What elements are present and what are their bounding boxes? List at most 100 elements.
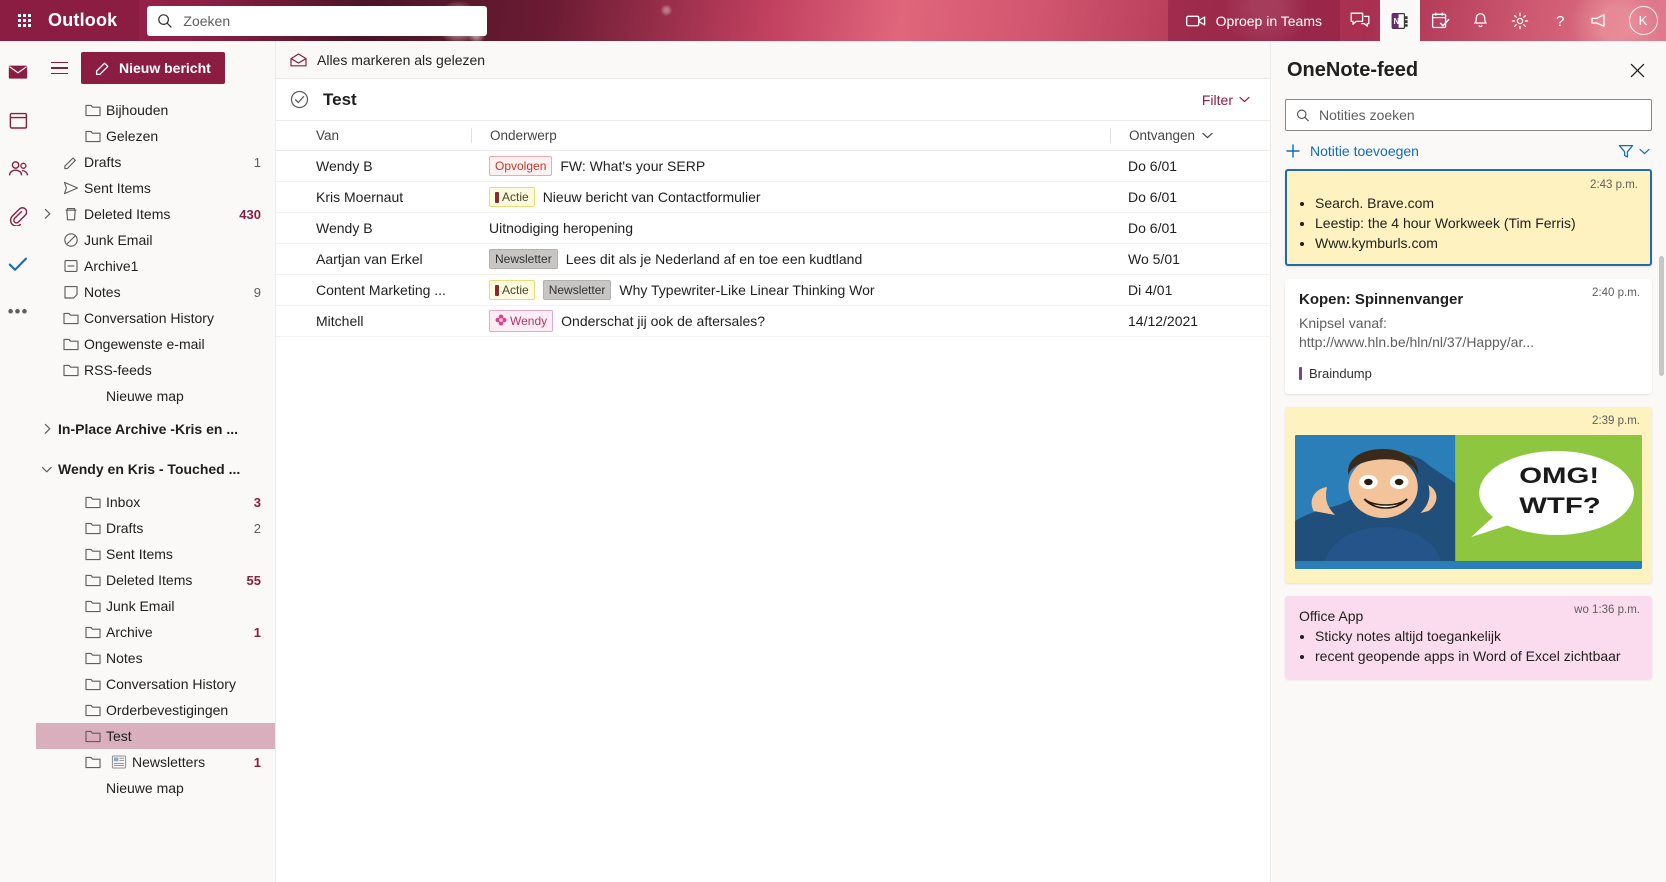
folder-item-conversation-history[interactable]: Conversation History: [36, 671, 275, 697]
folder-item-junk-email[interactable]: Junk Email: [36, 227, 275, 253]
files-icon[interactable]: [3, 201, 33, 231]
table-row[interactable]: Mitchell Wendy Onderschat jij ook de after…: [276, 306, 1270, 337]
category-tag-newsletter[interactable]: Newsletter: [489, 249, 558, 269]
feedback-icon[interactable]: [1580, 0, 1620, 41]
folder-item-label: Inbox: [106, 494, 141, 510]
folder-item-notes[interactable]: Notes 9: [36, 279, 275, 305]
brand-title[interactable]: Outlook: [48, 10, 139, 31]
filter-button[interactable]: Filter: [1202, 92, 1250, 108]
search-input[interactable]: [183, 12, 478, 29]
calendar-icon[interactable]: [3, 105, 33, 135]
note-tag: Braindump: [1299, 366, 1638, 381]
chevron-down-icon[interactable]: [36, 464, 58, 475]
column-header-subject-label: Onderwerp: [490, 128, 557, 143]
feed-scrollbar[interactable]: [1659, 256, 1664, 376]
table-row[interactable]: Wendy B Opvolgen FW: What's your SERP Do 6/…: [276, 151, 1270, 182]
todo-icon[interactable]: [3, 249, 33, 279]
teams-call-button[interactable]: Oproep in Teams: [1167, 0, 1340, 41]
mark-all-read-button[interactable]: Alles markeren als gelezen: [290, 52, 485, 68]
message-from: Content Marketing ...: [316, 282, 446, 298]
folder-item-archive[interactable]: Archive 1: [36, 619, 275, 645]
message-list-pane: Alles markeren als gelezen Test Filter V…: [275, 41, 1270, 882]
note-card[interactable]: wo 1:36 p.m.Office AppSticky notes altij…: [1285, 596, 1652, 679]
note-card[interactable]: 2:40 p.m. Kopen: Spinnenvanger Knipsel van…: [1285, 279, 1652, 394]
rules-icon: [106, 754, 132, 770]
folder-item-label: Junk Email: [106, 598, 175, 614]
onenote-icon[interactable]: N: [1380, 0, 1420, 41]
folder-item-ongewenste-e-mail[interactable]: Ongewenste e-mail: [36, 331, 275, 357]
notes-feed-list[interactable]: 2:43 p.m. Search. Brave.comLeestip: the 4…: [1271, 169, 1666, 882]
folder-item-wendy-en-kris-touched[interactable]: Wendy en Kris - Touched ...: [36, 449, 275, 489]
folder-item-sent-items[interactable]: Sent Items: [36, 175, 275, 201]
chevron-right-icon[interactable]: [36, 423, 58, 435]
folder-item-rss-feeds[interactable]: RSS-feeds: [36, 357, 275, 383]
folder-item-deleted-items[interactable]: Deleted Items 430: [36, 201, 275, 227]
folder-item-conversation-history[interactable]: Conversation History: [36, 305, 275, 331]
folder-item-in-place-archive-kris-en[interactable]: In-Place Archive -Kris en ...: [36, 409, 275, 449]
folder-list[interactable]: Bijhouden Gelezen Drafts 1 Sent Items Deleted…: [36, 97, 275, 882]
folder-item-bijhouden[interactable]: Bijhouden: [36, 97, 275, 123]
gear-icon[interactable]: [1500, 0, 1540, 41]
notes-search-input[interactable]: [1319, 107, 1641, 123]
note-card[interactable]: 2:43 p.m. Search. Brave.comLeestip: the 4…: [1285, 169, 1652, 266]
message-subject-cell: Opvolgen FW: What's your SERP: [471, 156, 1110, 176]
folder-item-test[interactable]: Test: [36, 723, 275, 749]
folder-item-sent-items[interactable]: Sent Items: [36, 541, 275, 567]
check-circle-icon[interactable]: [290, 90, 309, 109]
folder-item-nieuwe-map[interactable]: Nieuwe map: [36, 383, 275, 409]
search-box[interactable]: [147, 5, 488, 36]
folder-item-junk-email[interactable]: Junk Email: [36, 593, 275, 619]
folder-icon: [80, 624, 106, 640]
compose-icon: [95, 62, 109, 75]
folder-item-orderbevestigingen[interactable]: Orderbevestigingen: [36, 697, 275, 723]
folder-item-drafts[interactable]: Drafts 1: [36, 149, 275, 175]
column-header-subject[interactable]: Onderwerp: [471, 128, 1110, 143]
folder-item-newsletters[interactable]: Newsletters 1: [36, 749, 275, 775]
column-header-received[interactable]: Ontvangen: [1110, 128, 1270, 143]
column-header-from[interactable]: Van: [316, 128, 471, 143]
block-icon: [58, 232, 84, 248]
note-card[interactable]: 2:39 p.m. OMG! WTF?: [1285, 407, 1652, 583]
list-item: recent geopende apps in Word of Excel zi…: [1315, 646, 1638, 666]
folder-item-notes[interactable]: Notes: [36, 645, 275, 671]
category-tag-wendy[interactable]: Wendy: [489, 310, 554, 332]
category-tag-newsletter[interactable]: Newsletter: [542, 280, 612, 300]
folder-item-nieuwe-map[interactable]: Nieuwe map: [36, 775, 275, 801]
help-icon[interactable]: ?: [1540, 0, 1580, 41]
folder-item-drafts[interactable]: Drafts 2: [36, 515, 275, 541]
folder-item-count: 55: [246, 572, 261, 588]
category-tag-actie[interactable]: Actie: [489, 280, 535, 300]
people-icon[interactable]: [3, 153, 33, 183]
folder-item-gelezen[interactable]: Gelezen: [36, 123, 275, 149]
chevron-right-icon[interactable]: [36, 208, 58, 220]
new-mail-button[interactable]: Nieuw bericht: [81, 52, 225, 84]
tasks-icon[interactable]: [1420, 0, 1460, 41]
more-apps-icon[interactable]: •••: [3, 297, 33, 327]
app-launcher-icon[interactable]: [0, 0, 48, 41]
category-tag-opvolgen[interactable]: Opvolgen: [489, 156, 553, 176]
svg-text:?: ?: [1556, 13, 1564, 30]
close-icon[interactable]: [1624, 57, 1650, 83]
table-row[interactable]: Wendy B Uitnodiging heropening Do 6/01: [276, 213, 1270, 244]
bell-icon[interactable]: [1460, 0, 1500, 41]
notes-search-box[interactable]: [1285, 99, 1652, 131]
table-row[interactable]: Aartjan van Erkel Newsletter Lees dit als …: [276, 244, 1270, 275]
folder-item-label: Nieuwe map: [106, 780, 184, 796]
hamburger-icon[interactable]: [51, 58, 71, 78]
category-tag-label: Opvolgen: [495, 159, 547, 173]
category-tag-actie[interactable]: Actie: [489, 187, 535, 207]
notes-filter-button[interactable]: [1618, 144, 1650, 159]
teams-chat-icon[interactable]: [1340, 0, 1380, 41]
folder-item-inbox[interactable]: Inbox 3: [36, 489, 275, 515]
onenote-header: OneNote-feed: [1271, 41, 1666, 93]
note-clip-url[interactable]: http://www.hln.be/hln/nl/37/Happy/ar...: [1299, 333, 1638, 352]
folder-item-deleted-items[interactable]: Deleted Items 55: [36, 567, 275, 593]
add-note-button[interactable]: Notitie toevoegen: [1285, 143, 1419, 159]
avatar[interactable]: K: [1620, 0, 1666, 41]
mail-icon[interactable]: [3, 57, 33, 87]
table-row[interactable]: Content Marketing ... Actie Newsletter Why …: [276, 275, 1270, 306]
table-row[interactable]: Kris Moernaut Actie Nieuw bericht van Cont…: [276, 182, 1270, 213]
folder-item-archive1[interactable]: Archive1: [36, 253, 275, 279]
folder-item-label: Deleted Items: [106, 572, 193, 588]
folder-icon: [80, 128, 106, 144]
